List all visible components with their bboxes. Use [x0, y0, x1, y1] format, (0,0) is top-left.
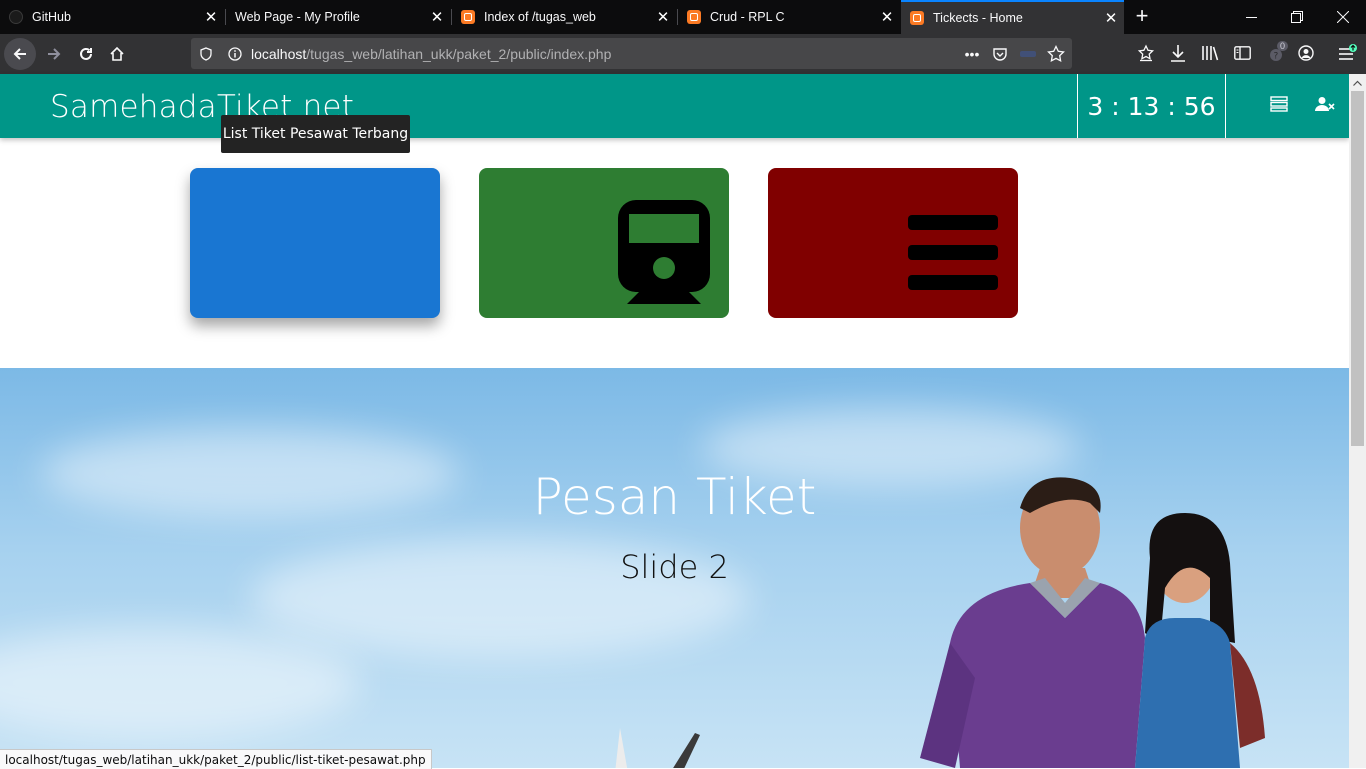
back-button[interactable]	[4, 38, 36, 70]
tab-index[interactable]: Index of /tugas_web ✕	[452, 0, 676, 34]
url-path: /tugas_web/latihan_ukk/paket_2/public/in…	[306, 46, 612, 62]
tooltip: List Tiket Pesawat Terbang	[221, 115, 410, 153]
pocket-icon[interactable]	[991, 45, 1009, 63]
home-icon	[110, 46, 124, 61]
menu-card[interactable]	[768, 168, 1018, 318]
xampp-icon	[461, 10, 475, 24]
close-icon[interactable]: ✕	[424, 8, 450, 26]
xampp-icon	[910, 11, 924, 25]
notification-count: 0	[1277, 41, 1289, 51]
reload-button[interactable]	[70, 38, 102, 70]
tab-title: Web Page - My Profile	[235, 10, 360, 24]
github-icon	[9, 10, 23, 24]
more-actions-icon[interactable]: •••	[963, 45, 981, 63]
tab-bar: GitHub ✕ Web Page - My Profile ✕ Index o…	[0, 0, 1366, 34]
clock-display: 3 : 13 : 56	[1077, 74, 1226, 138]
library-icon[interactable]	[1200, 43, 1220, 63]
train-icon	[618, 200, 710, 304]
scrollbar-thumb[interactable]	[1351, 91, 1364, 446]
svg-text:?: ?	[1274, 52, 1279, 62]
close-icon[interactable]: ✕	[874, 8, 900, 26]
tab-title: GitHub	[32, 10, 71, 24]
tab-title: Index of /tugas_web	[484, 10, 596, 24]
hamburger-menu-icon[interactable]	[1338, 43, 1358, 63]
close-icon[interactable]: ✕	[650, 8, 676, 26]
home-button[interactable]	[101, 38, 133, 70]
reader-view-icon[interactable]	[1019, 45, 1037, 63]
close-window-button[interactable]	[1320, 0, 1366, 34]
extension-icon[interactable]: ? 0	[1264, 41, 1290, 63]
user-remove-icon[interactable]	[1315, 96, 1335, 116]
shield-icon[interactable]	[197, 45, 215, 63]
list-icon[interactable]	[1270, 96, 1290, 116]
site-header: SamehadaTiket.net 3 : 13 : 56	[0, 74, 1349, 138]
tab-title: Tickects - Home	[933, 11, 1023, 25]
forward-button[interactable]	[38, 38, 70, 70]
url-text: localhost/tugas_web/latihan_ukk/paket_2/…	[251, 46, 611, 62]
tab-profile[interactable]: Web Page - My Profile ✕	[226, 0, 450, 34]
sidebar-icon[interactable]	[1232, 43, 1252, 63]
train-ticket-card[interactable]	[479, 168, 729, 318]
url-bar[interactable]: localhost/tugas_web/latihan_ukk/paket_2/…	[191, 38, 1072, 69]
bookmark-star-icon[interactable]	[1047, 45, 1065, 63]
tab-tickets[interactable]: Tickects - Home ✕	[901, 0, 1124, 34]
close-icon[interactable]: ✕	[198, 8, 224, 26]
forward-arrow-icon	[48, 48, 61, 60]
hero-carousel: Pesan Tiket Slide 2	[0, 368, 1349, 768]
xampp-icon	[687, 10, 701, 24]
status-url: localhost/tugas_web/latihan_ukk/paket_2/…	[0, 749, 432, 769]
tab-github[interactable]: GitHub ✕	[0, 0, 224, 34]
tab-crud[interactable]: Crud - RPL C ✕	[678, 0, 900, 34]
info-icon[interactable]	[226, 45, 244, 63]
hero-title: Pesan Tiket	[532, 468, 817, 526]
back-arrow-icon	[4, 38, 36, 70]
airplane-tail-image	[615, 728, 700, 768]
hero-subtitle: Slide 2	[620, 548, 729, 586]
minimize-button[interactable]	[1228, 0, 1274, 34]
close-icon[interactable]: ✕	[1098, 9, 1124, 27]
restore-button[interactable]	[1274, 0, 1320, 34]
menu-icon	[908, 215, 998, 290]
url-host: localhost	[251, 46, 307, 62]
new-tab-button[interactable]: +	[1130, 4, 1154, 30]
scroll-up-icon[interactable]	[1349, 74, 1366, 91]
download-icon[interactable]	[1168, 43, 1188, 63]
tab-title: Crud - RPL C	[710, 10, 785, 24]
bookmarks-star-icon[interactable]	[1136, 43, 1156, 63]
plane-ticket-card[interactable]	[190, 168, 440, 318]
account-icon[interactable]	[1296, 43, 1316, 63]
reload-icon	[80, 47, 92, 60]
airplane-icon	[190, 168, 440, 318]
